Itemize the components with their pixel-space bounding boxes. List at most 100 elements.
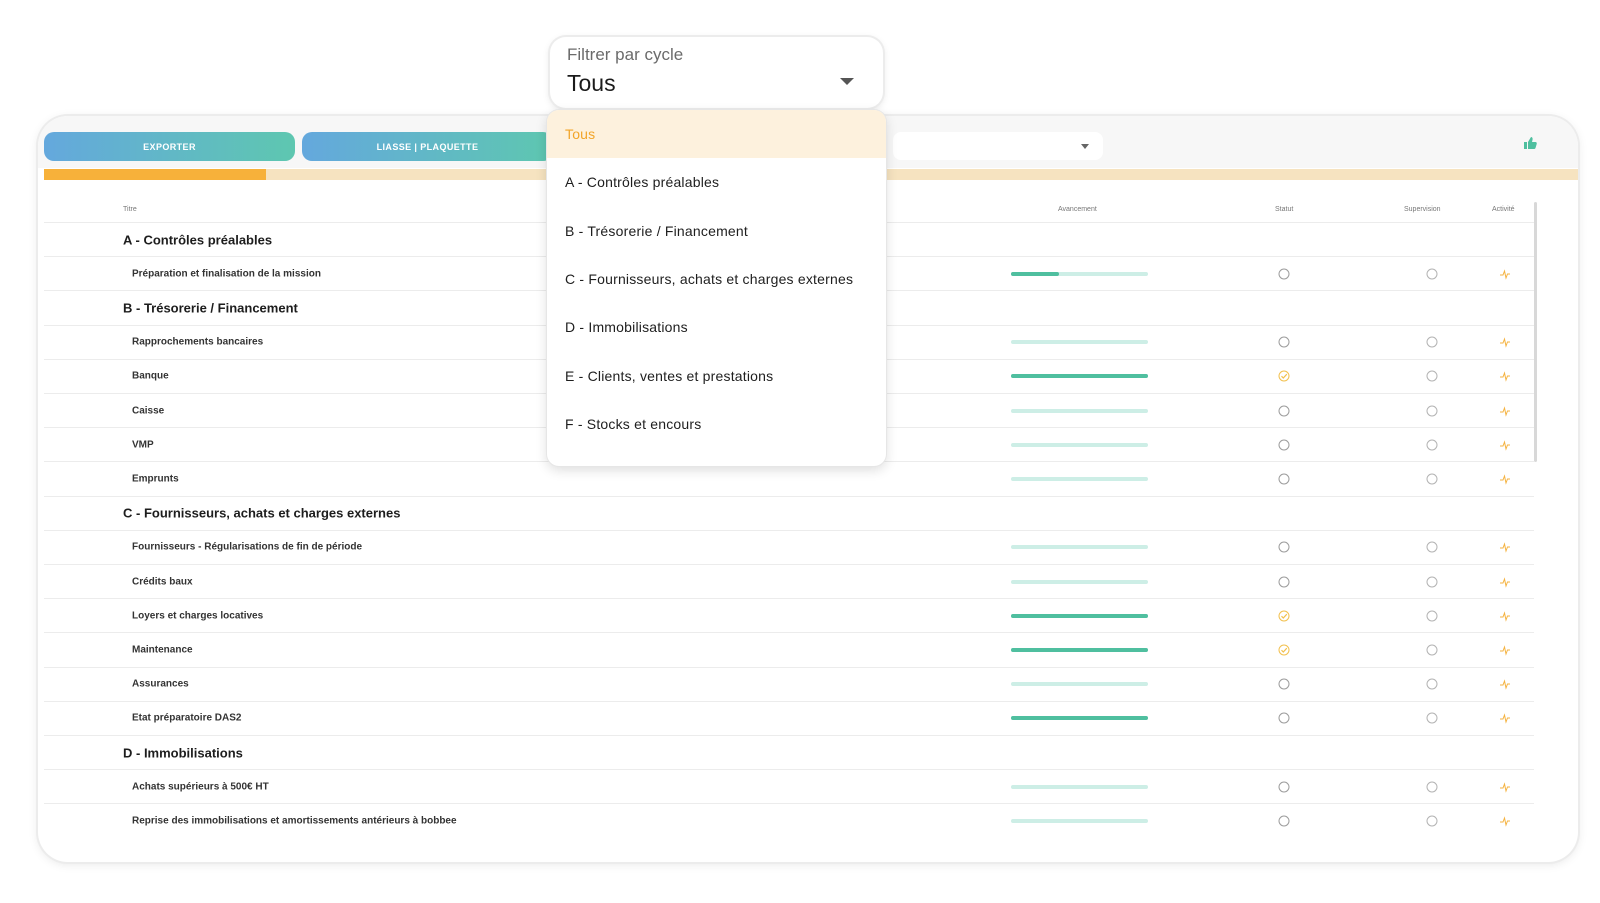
filter-option[interactable]: C - Fournisseurs, achats et charges exte… — [547, 255, 886, 303]
task-progress-bar — [1011, 784, 1148, 789]
supervision-circle-icon[interactable] — [1426, 610, 1438, 622]
filter-selected-value: Tous — [567, 70, 616, 96]
table-row[interactable]: Reprise des immobilisations et amortisse… — [44, 803, 1534, 837]
empty-circle-icon[interactable] — [1278, 712, 1290, 724]
activity-pulse-icon[interactable] — [1499, 336, 1511, 348]
task-progress-bar — [1011, 579, 1148, 584]
activity-pulse-icon[interactable] — [1499, 268, 1511, 280]
table-row[interactable]: Achats supérieurs à 500€ HT — [44, 769, 1534, 803]
activity-pulse-icon[interactable] — [1499, 712, 1511, 725]
supervision-circle-icon[interactable] — [1426, 541, 1438, 553]
filter-option-label: F - Stocks et encours — [565, 415, 702, 432]
task-title: Caisse — [132, 405, 165, 417]
task-title: VMP — [132, 439, 154, 451]
check-circle-icon[interactable] — [1278, 610, 1290, 622]
activity-pulse-icon[interactable] — [1499, 815, 1511, 827]
task-title: Emprunts — [132, 473, 179, 485]
empty-circle-icon[interactable] — [1278, 439, 1290, 451]
empty-circle-icon[interactable] — [1278, 815, 1290, 827]
table-row[interactable]: Emprunts — [44, 461, 1534, 495]
task-progress-fill — [1011, 716, 1148, 721]
activity-pulse-icon[interactable] — [1499, 610, 1511, 622]
header-title: Titre — [123, 206, 137, 213]
task-title: Achats supérieurs à 500€ HT — [132, 781, 269, 793]
activity-pulse-icon[interactable] — [1499, 473, 1511, 485]
activity-pulse-icon[interactable] — [1499, 405, 1511, 417]
supervision-circle-icon[interactable] — [1426, 576, 1438, 588]
check-circle-icon[interactable] — [1278, 370, 1290, 382]
filter-option[interactable]: F - Stocks et encours — [547, 400, 886, 448]
activity-pulse-icon[interactable] — [1499, 644, 1511, 656]
activity-pulse-icon[interactable] — [1499, 370, 1511, 383]
section-row[interactable]: C - Fournisseurs, achats et charges exte… — [44, 495, 1534, 530]
cycle-filter-select[interactable]: Filtrer par cycle Tous — [550, 37, 883, 108]
check-circle-icon[interactable] — [1278, 644, 1290, 656]
activity-pulse-icon[interactable] — [1499, 576, 1511, 588]
empty-circle-icon[interactable] — [1278, 541, 1290, 553]
supervision-circle-icon[interactable] — [1426, 712, 1438, 724]
cycle-filter-dropdown: Tous A - Contrôles préalables B - Trésorer… — [547, 110, 886, 466]
empty-circle-icon[interactable] — [1278, 678, 1290, 690]
header-progress: Avancement — [1058, 206, 1097, 213]
task-progress-bar — [1011, 271, 1148, 276]
task-title: Fournisseurs - Régularisations de fin de… — [132, 541, 363, 553]
activity-pulse-icon[interactable] — [1499, 439, 1511, 451]
empty-circle-icon[interactable] — [1278, 473, 1290, 485]
task-progress-bar — [1011, 374, 1148, 379]
filter-option[interactable]: D - Immobilisations — [547, 303, 886, 351]
filter-option-label: C - Fournisseurs, achats et charges exte… — [565, 270, 854, 287]
export-button[interactable]: EXPORTER — [44, 132, 295, 161]
task-progress-bar — [1011, 647, 1148, 652]
activity-pulse-icon[interactable] — [1499, 541, 1511, 554]
table-scrollbar[interactable] — [1534, 202, 1537, 462]
filter-label: Filtrer par cycle — [567, 45, 684, 64]
task-progress-bar — [1011, 613, 1148, 618]
task-progress-bar — [1011, 682, 1148, 687]
section-row[interactable]: D - Immobilisations — [44, 735, 1534, 769]
activity-pulse-icon[interactable] — [1499, 781, 1511, 793]
task-progress-bar — [1011, 818, 1148, 823]
supervision-circle-icon[interactable] — [1426, 815, 1438, 827]
empty-circle-icon[interactable] — [1278, 405, 1290, 417]
task-title: Etat préparatoire DAS2 — [132, 712, 242, 724]
empty-circle-icon[interactable] — [1278, 576, 1290, 588]
task-progress-bar — [1011, 408, 1148, 413]
secondary-select[interactable] — [893, 132, 1103, 160]
global-progress-fill — [44, 169, 267, 180]
section-title: D - Immobilisations — [123, 745, 243, 761]
header-status: Statut — [1275, 206, 1294, 213]
filter-option-selected[interactable]: Tous — [547, 110, 886, 158]
liasse-plaquette-button[interactable]: LIASSE | PLAQUETTE — [302, 132, 553, 161]
table-row[interactable]: Loyers et charges locatives — [44, 598, 1534, 632]
section-title: B - Trésorerie / Financement — [123, 300, 298, 316]
supervision-circle-icon[interactable] — [1426, 370, 1438, 382]
table-row[interactable]: Etat préparatoire DAS2 — [44, 700, 1534, 735]
task-progress-bar — [1011, 716, 1148, 721]
chevron-down-icon[interactable] — [840, 78, 854, 85]
table-row[interactable]: Maintenance — [44, 632, 1534, 666]
task-progress-bar — [1011, 340, 1148, 345]
supervision-circle-icon[interactable] — [1426, 644, 1438, 656]
table-row[interactable]: Fournisseurs - Régularisations de fin de… — [44, 529, 1534, 564]
empty-circle-icon[interactable] — [1278, 336, 1290, 348]
empty-circle-icon[interactable] — [1278, 781, 1290, 793]
table-row[interactable]: Crédits baux — [44, 564, 1534, 598]
filter-option[interactable]: A - Contrôles préalables — [547, 158, 886, 206]
supervision-circle-icon[interactable] — [1426, 439, 1438, 451]
filter-option-label: E - Clients, ventes et prestations — [565, 367, 774, 384]
supervision-circle-icon[interactable] — [1426, 268, 1438, 280]
supervision-circle-icon[interactable] — [1426, 678, 1438, 690]
table-row[interactable]: Assurances — [44, 666, 1534, 701]
supervision-circle-icon[interactable] — [1426, 336, 1438, 348]
task-title: Loyers et charges locatives — [132, 610, 264, 622]
activity-pulse-icon[interactable] — [1499, 678, 1511, 690]
thumbs-up-icon[interactable] — [1522, 135, 1538, 151]
section-title: C - Fournisseurs, achats et charges exte… — [123, 505, 401, 521]
empty-circle-icon[interactable] — [1278, 268, 1290, 280]
filter-option[interactable]: E - Clients, ventes et prestations — [547, 352, 886, 400]
supervision-circle-icon[interactable] — [1426, 781, 1438, 793]
filter-option[interactable]: B - Trésorerie / Financement — [547, 207, 886, 255]
supervision-circle-icon[interactable] — [1426, 405, 1438, 417]
supervision-circle-icon[interactable] — [1426, 473, 1438, 485]
task-progress-fill — [1011, 374, 1148, 379]
